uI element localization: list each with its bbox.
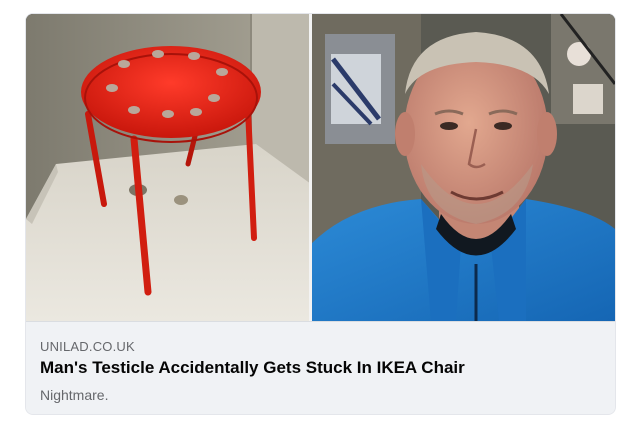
stool-photo [26, 14, 311, 321]
article-headline[interactable]: Man's Testicle Accidentally Gets Stuck I… [40, 358, 465, 378]
article-subtitle: Nightmare. [40, 387, 109, 403]
preview-meta[interactable]: UNILAD.CO.UK Man's Testicle Accidentally… [26, 321, 615, 414]
image-divider [309, 14, 312, 321]
man-selfie-photo-illustration [311, 14, 615, 321]
preview-image-area[interactable] [26, 14, 615, 321]
selfie-photo [311, 14, 615, 321]
source-domain: UNILAD.CO.UK [40, 339, 135, 354]
page: UNILAD.CO.UK Man's Testicle Accidentally… [0, 0, 640, 425]
red-stool-photo-illustration [26, 14, 311, 321]
link-preview-card[interactable]: UNILAD.CO.UK Man's Testicle Accidentally… [26, 14, 615, 414]
